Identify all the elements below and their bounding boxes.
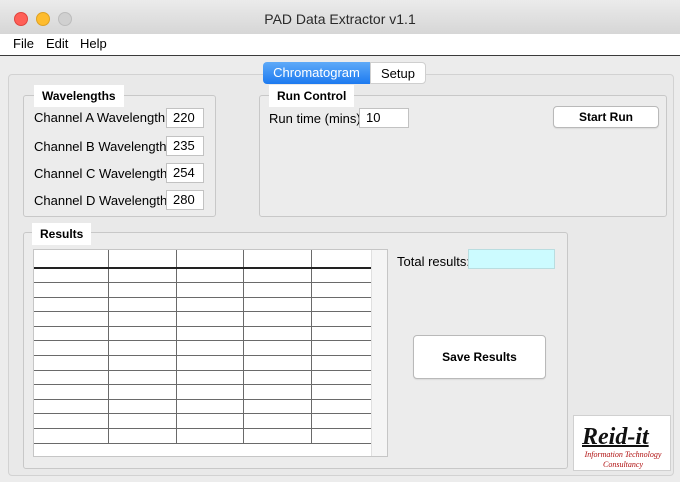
table-header-row: [34, 250, 372, 269]
tab-chromatogram[interactable]: Chromatogram: [263, 62, 370, 84]
wavelengths-title: Wavelengths: [34, 85, 124, 107]
maximize-window-icon[interactable]: [58, 12, 72, 26]
table-row[interactable]: [34, 326, 372, 342]
logo-subtitle-line1: Information Technology: [584, 450, 662, 459]
channel-d-label: Channel D Wavelength:: [34, 193, 171, 208]
table-row[interactable]: [34, 370, 372, 386]
close-window-icon[interactable]: [14, 12, 28, 26]
channel-b-label: Channel B Wavelength:: [34, 139, 171, 154]
table-row[interactable]: [34, 340, 372, 357]
tab-setup[interactable]: Setup: [370, 62, 426, 84]
channel-b-wavelength-input[interactable]: 235: [166, 136, 204, 156]
logo-subtitle-line2: Consultancy: [603, 460, 643, 469]
channel-a-label: Channel A Wavelength:: [34, 110, 169, 125]
table-row[interactable]: [34, 282, 372, 298]
table-row[interactable]: [34, 297, 372, 313]
menu-edit[interactable]: Edit: [46, 36, 68, 51]
table-row[interactable]: [34, 355, 372, 371]
menu-help[interactable]: Help: [80, 36, 107, 51]
channel-c-wavelength-input[interactable]: 254: [166, 163, 204, 183]
channel-c-label: Channel C Wavelength:: [34, 166, 171, 181]
results-title: Results: [32, 223, 92, 245]
channel-a-wavelength-input[interactable]: 220: [166, 108, 204, 128]
table-row[interactable]: [34, 399, 372, 415]
reid-it-logo: Reid-it Information Technology Consultan…: [573, 415, 671, 471]
minimize-window-icon[interactable]: [36, 12, 50, 26]
total-results-field: [468, 249, 555, 269]
menu-bar: File Edit Help: [0, 34, 680, 56]
results-table[interactable]: [33, 249, 388, 457]
table-row[interactable]: [34, 428, 372, 444]
app-window: PAD Data Extractor v1.1 File Edit Help C…: [0, 0, 680, 482]
save-results-button[interactable]: Save Results: [413, 335, 546, 379]
logo-wordmark: Reid-it: [582, 424, 649, 450]
run-time-label: Run time (mins):: [269, 111, 365, 126]
total-results-label: Total results:: [397, 254, 470, 269]
table-row[interactable]: [34, 413, 372, 430]
start-run-button[interactable]: Start Run: [553, 106, 659, 128]
table-row[interactable]: [34, 384, 372, 400]
menu-file[interactable]: File: [13, 36, 34, 51]
run-control-title: Run Control: [269, 85, 355, 107]
title-bar: PAD Data Extractor v1.1: [0, 0, 680, 34]
run-time-input[interactable]: 10: [359, 108, 409, 128]
channel-d-wavelength-input[interactable]: 280: [166, 190, 204, 210]
table-row[interactable]: [34, 268, 372, 284]
table-scrollbar[interactable]: [371, 250, 387, 456]
window-title: PAD Data Extractor v1.1: [264, 11, 416, 27]
table-row[interactable]: [34, 311, 372, 327]
